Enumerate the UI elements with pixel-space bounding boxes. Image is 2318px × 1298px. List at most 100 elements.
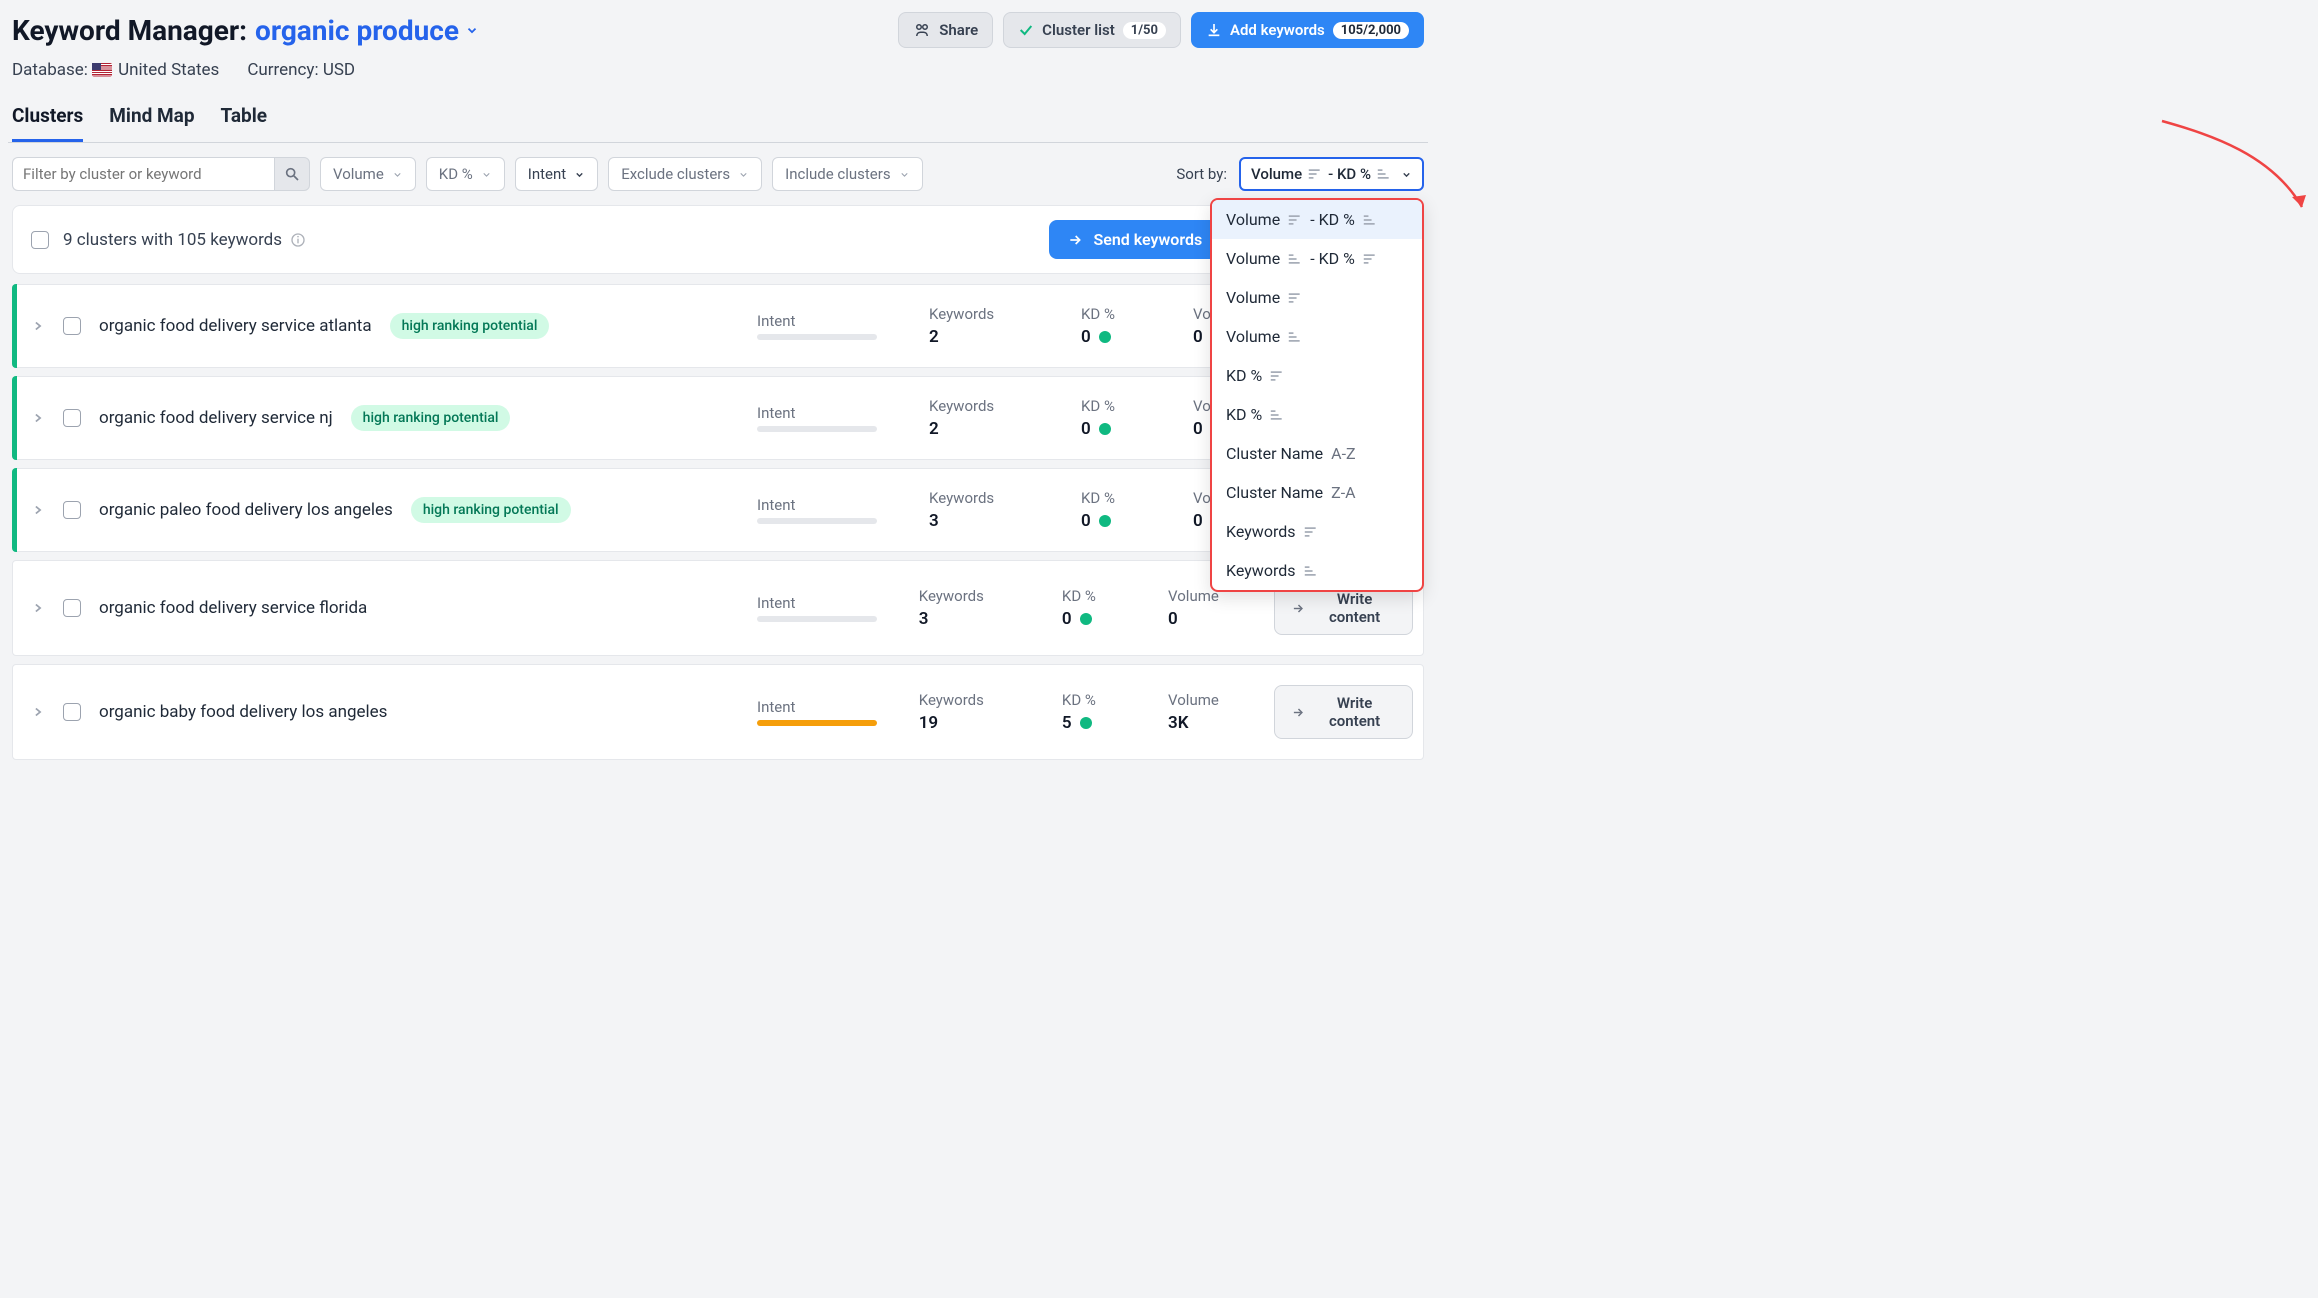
intent-filter-label: Intent: [528, 165, 566, 183]
keywords-value: 2: [929, 419, 1049, 439]
cluster-row: organic baby food delivery los angeles In…: [12, 664, 1424, 760]
high-ranking-potential-tag: high ranking potential: [390, 313, 550, 339]
intent-bar: [757, 518, 877, 524]
sort-desc-icon: [1363, 253, 1377, 265]
keywords-label: Keywords: [929, 489, 1049, 507]
sort-desc-icon: [1288, 292, 1302, 304]
sort-option[interactable]: Keywords: [1212, 512, 1422, 551]
sort-option-label: Keywords: [1226, 561, 1296, 580]
intent-bar: [757, 334, 877, 340]
expand-chevron-icon[interactable]: [31, 705, 45, 719]
cluster-title[interactable]: organic food delivery service florida: [99, 598, 367, 618]
chevron-down-icon: [465, 23, 479, 37]
keywords-value: 3: [929, 511, 1049, 531]
sort-option[interactable]: Volume: [1212, 278, 1422, 317]
currency-value: USD: [323, 60, 355, 80]
intent-bar: [757, 720, 877, 726]
kd-dot-icon: [1080, 717, 1092, 729]
expand-chevron-icon[interactable]: [31, 411, 45, 425]
high-ranking-potential-tag: high ranking potential: [411, 497, 571, 523]
send-keywords-button[interactable]: Send keywords: [1049, 220, 1220, 259]
sort-desc-icon: [1288, 214, 1302, 226]
row-checkbox[interactable]: [63, 409, 81, 427]
sort-option-suffix: Z-A: [1331, 483, 1355, 502]
sort-option-label: Volume: [1226, 288, 1280, 307]
add-keywords-button[interactable]: Add keywords 105/2,000: [1191, 12, 1424, 48]
database-value: United States: [118, 60, 219, 80]
sort-option[interactable]: KD %: [1212, 356, 1422, 395]
sort-option-label: Cluster Name: [1226, 444, 1323, 463]
keyword-list-dropdown[interactable]: organic produce: [255, 14, 479, 47]
sort-options-menu: Volume- KD %Volume- KD %VolumeVolumeKD %…: [1210, 198, 1424, 592]
send-keywords-label: Send keywords: [1093, 230, 1202, 249]
add-keywords-label: Add keywords: [1230, 21, 1325, 39]
cluster-list-button[interactable]: Cluster list 1/50: [1003, 12, 1181, 48]
filter-search-button[interactable]: [274, 157, 310, 191]
select-all-checkbox[interactable]: [31, 231, 49, 249]
cluster-title[interactable]: organic paleo food delivery los angeles: [99, 500, 393, 520]
row-checkbox[interactable]: [63, 317, 81, 335]
currency-label-wrap: Currency: USD: [247, 60, 355, 80]
kd-filter-label: KD %: [439, 165, 473, 183]
sort-option[interactable]: Cluster NameZ-A: [1212, 473, 1422, 512]
cluster-title[interactable]: organic food delivery service nj: [99, 408, 333, 428]
sort-option-label-b: - KD %: [1310, 210, 1355, 229]
sort-option[interactable]: Keywords: [1212, 551, 1422, 590]
intent-label: Intent: [757, 312, 897, 330]
sort-by-dropdown[interactable]: Volume - KD %: [1239, 157, 1424, 191]
sort-desc-icon: [1270, 370, 1284, 382]
volume-filter-label: Volume: [333, 165, 384, 183]
row-checkbox[interactable]: [63, 501, 81, 519]
sort-option[interactable]: Volume- KD %: [1212, 239, 1422, 278]
sort-option[interactable]: Volume- KD %: [1212, 200, 1422, 239]
send-icon: [1291, 601, 1305, 616]
database-label-wrap: Database: United States: [12, 60, 219, 80]
kd-filter[interactable]: KD %: [426, 157, 505, 191]
kd-value: 0: [1081, 419, 1161, 439]
keywords-value: 2: [929, 327, 1049, 347]
exclude-clusters-filter[interactable]: Exclude clusters: [608, 157, 762, 191]
sort-asc-icon: [1270, 409, 1284, 421]
tab-mindmap[interactable]: Mind Map: [109, 98, 194, 142]
cluster-title[interactable]: organic food delivery service atlanta: [99, 316, 372, 336]
include-clusters-label: Include clusters: [785, 165, 890, 183]
volume-value: 3K: [1168, 713, 1242, 733]
filter-input[interactable]: [12, 157, 274, 191]
kd-dot-icon: [1099, 331, 1111, 343]
write-content-button[interactable]: Write content: [1274, 685, 1413, 739]
chevron-down-icon: [899, 169, 910, 180]
kd-label: KD %: [1081, 397, 1161, 415]
sort-option[interactable]: Cluster NameA-Z: [1212, 434, 1422, 473]
kd-value: 0: [1062, 609, 1136, 629]
expand-chevron-icon[interactable]: [31, 601, 45, 615]
keyword-list-name: organic produce: [255, 14, 459, 47]
summary-text: 9 clusters with 105 keywords: [63, 230, 282, 250]
send-icon: [1291, 705, 1305, 720]
info-icon[interactable]: [290, 232, 306, 248]
cluster-title[interactable]: organic baby food delivery los angeles: [99, 702, 387, 722]
sort-desc-icon: [1304, 526, 1318, 538]
sort-option[interactable]: KD %: [1212, 395, 1422, 434]
row-checkbox[interactable]: [63, 599, 81, 617]
expand-chevron-icon[interactable]: [31, 319, 45, 333]
keywords-label: Keywords: [929, 305, 1049, 323]
volume-filter[interactable]: Volume: [320, 157, 416, 191]
row-checkbox[interactable]: [63, 703, 81, 721]
tab-clusters[interactable]: Clusters: [12, 98, 83, 142]
exclude-clusters-label: Exclude clusters: [621, 165, 730, 183]
sort-option[interactable]: Volume: [1212, 317, 1422, 356]
sort-option-label-b: - KD %: [1310, 249, 1355, 268]
chevron-down-icon: [481, 169, 492, 180]
intent-bar: [757, 426, 877, 432]
keywords-value: 19: [919, 713, 1030, 733]
kd-dot-icon: [1099, 423, 1111, 435]
include-clusters-filter[interactable]: Include clusters: [772, 157, 922, 191]
intent-filter[interactable]: Intent: [515, 157, 598, 191]
share-button[interactable]: Share: [898, 12, 993, 48]
expand-chevron-icon[interactable]: [31, 503, 45, 517]
intent-label: Intent: [757, 698, 887, 716]
kd-label: KD %: [1081, 305, 1161, 323]
kd-value: 0: [1081, 327, 1161, 347]
intent-label: Intent: [757, 404, 897, 422]
tab-table[interactable]: Table: [221, 98, 268, 142]
